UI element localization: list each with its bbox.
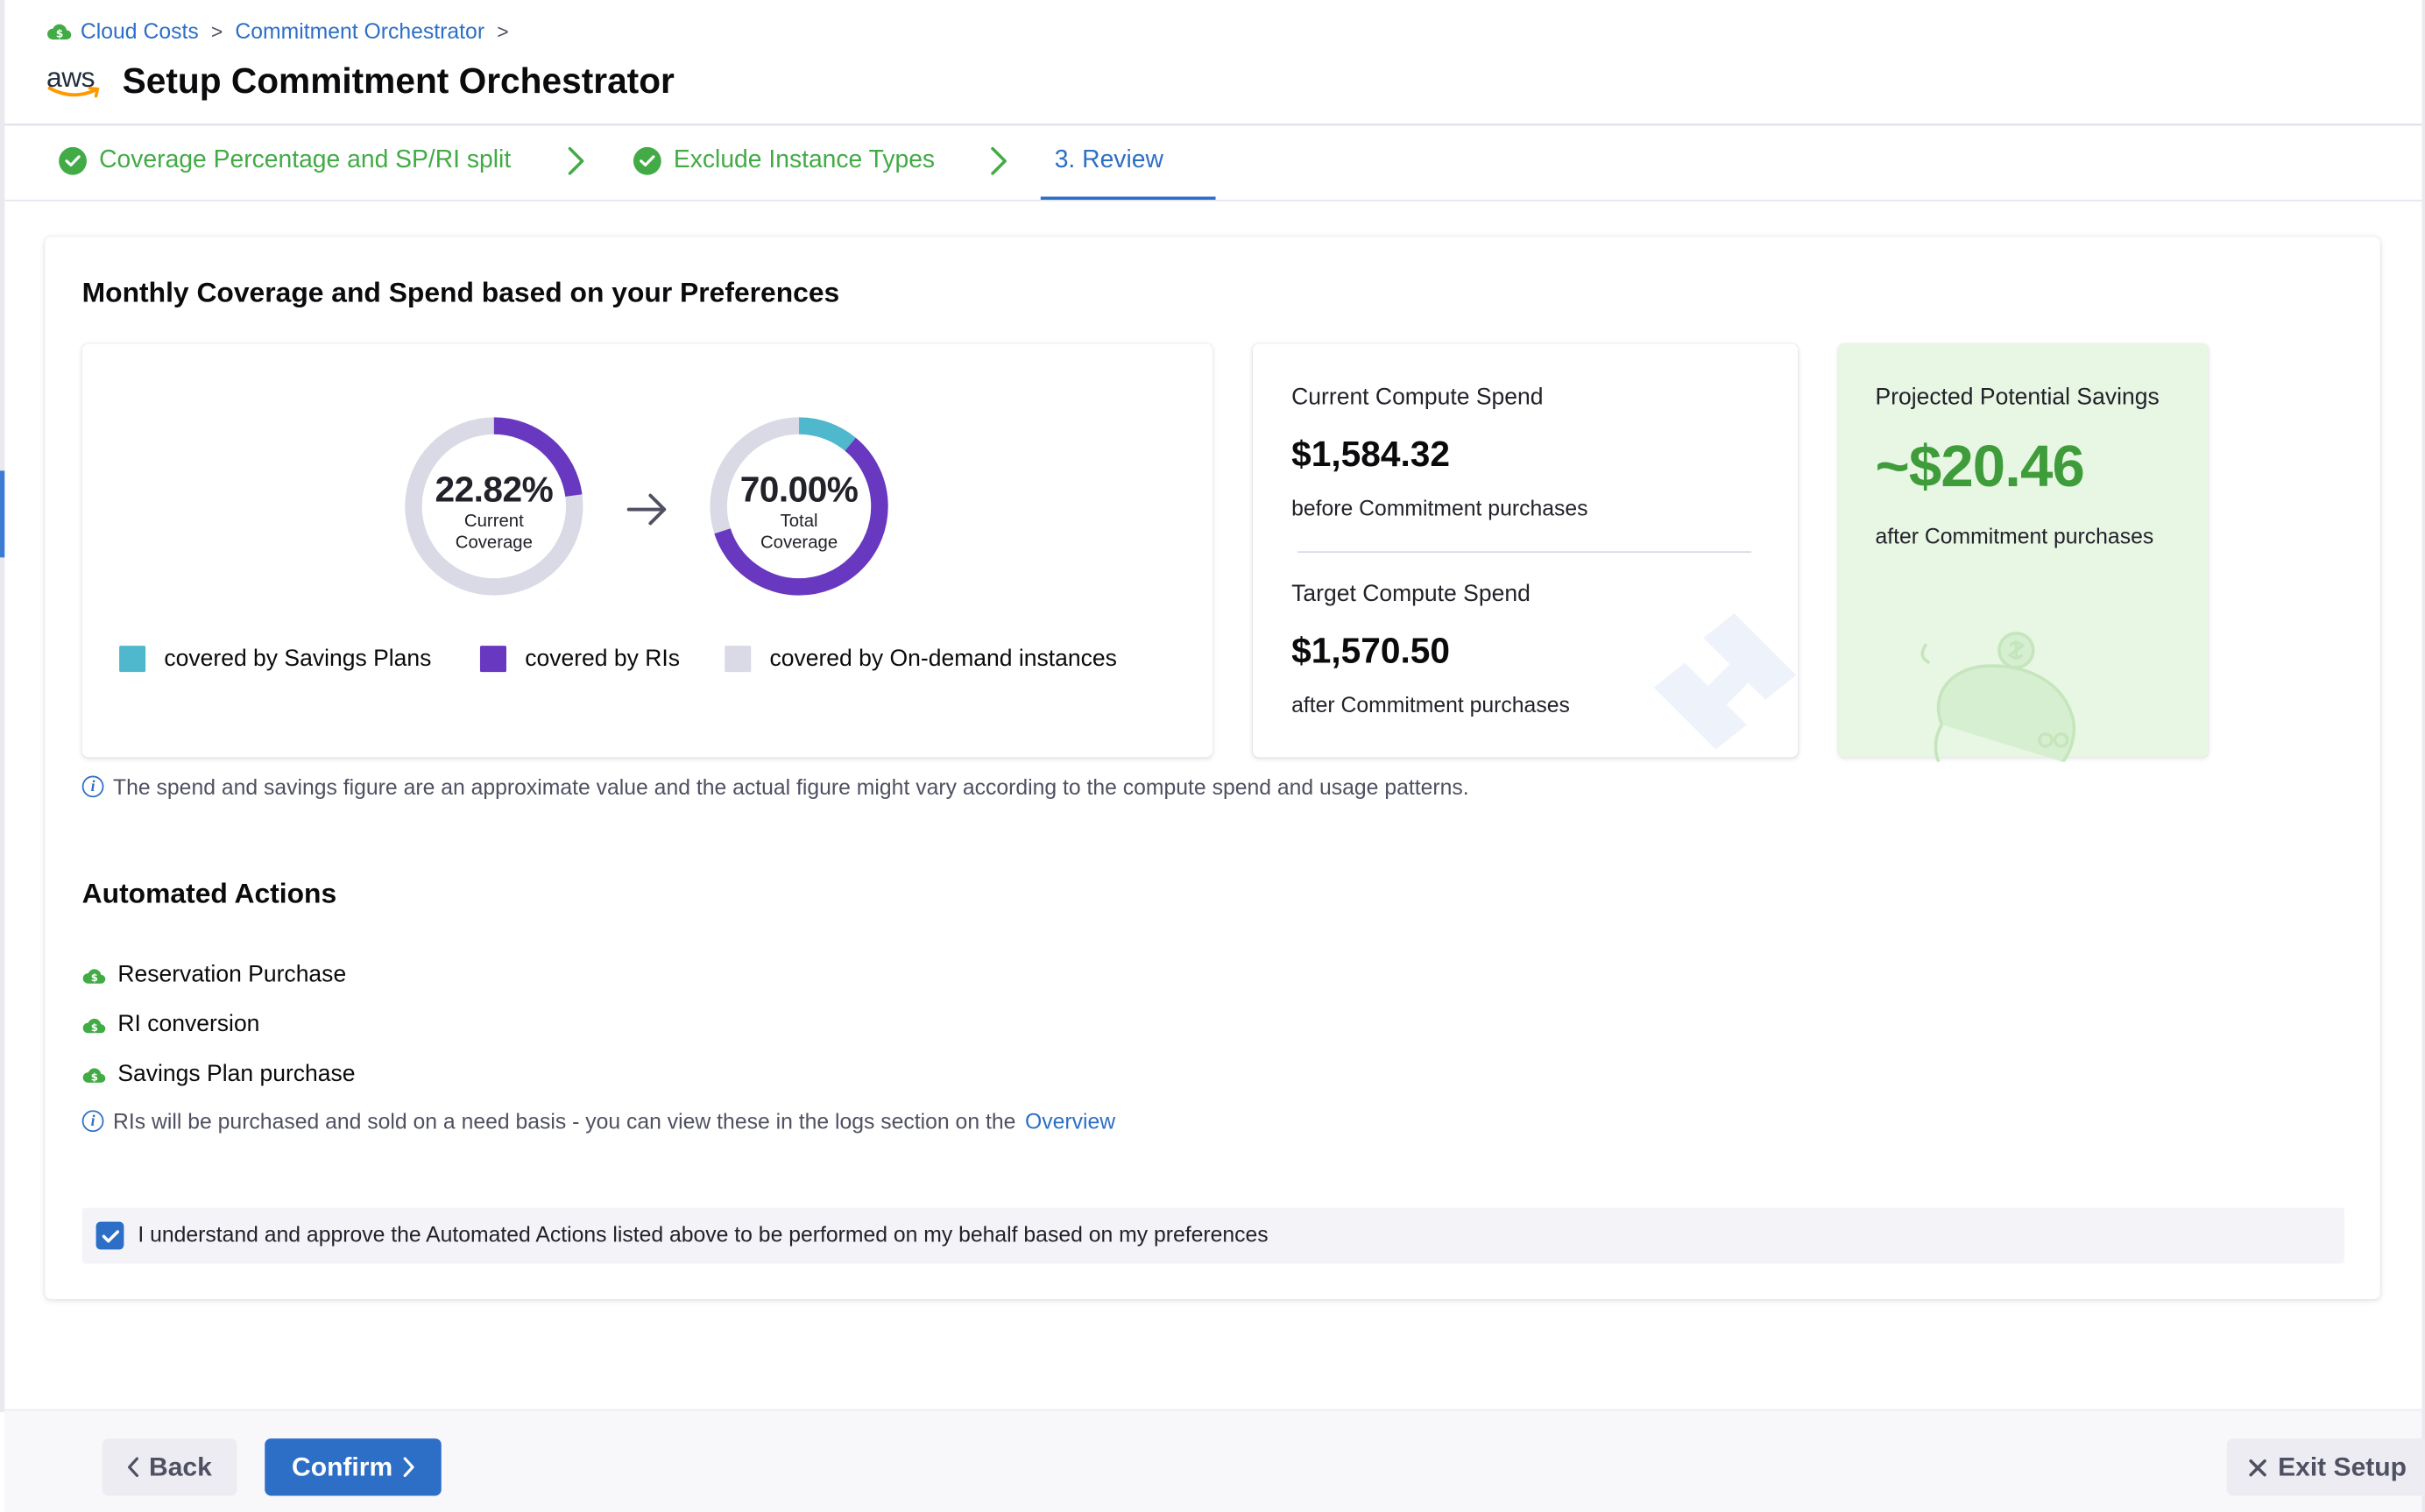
cloud-cost-icon: $ (82, 1067, 106, 1082)
action-item-savings-plan-purchase: $ Savings Plan purchase (82, 1061, 356, 1087)
spend-disclaimer-text: The spend and savings figure are an appr… (113, 774, 1469, 800)
step-review[interactable]: 3. Review (1055, 147, 1163, 175)
back-button[interactable]: Back (102, 1438, 237, 1496)
action-label: Savings Plan purchase (117, 1060, 356, 1087)
legend-item-on-demand: covered by On-demand instances (725, 646, 1117, 673)
target-compute-spend-value: $1,570.50 (1291, 630, 1451, 671)
close-icon (2249, 1459, 2266, 1476)
current-compute-spend-sub: before Commitment purchases (1291, 495, 1588, 520)
step-label: Coverage Percentage and SP/RI split (99, 146, 512, 173)
left-edge-accent (0, 470, 5, 558)
legend-item-savings-plans: covered by Savings Plans (119, 646, 432, 673)
chevron-left-icon (128, 1457, 139, 1478)
exit-setup-button[interactable]: Exit Setup (2226, 1438, 2425, 1496)
page-title: Setup Commitment Orchestrator (122, 60, 675, 101)
chevron-right-icon (991, 146, 1007, 175)
aws-smile-icon (47, 86, 100, 98)
breadcrumb-separator: > (497, 19, 509, 43)
step-label: 3. Review (1054, 146, 1163, 173)
action-item-reservation-purchase: $ Reservation Purchase (82, 962, 347, 988)
spend-divider (1297, 551, 1752, 554)
legend-label: covered by RIs (525, 646, 681, 673)
chevron-right-icon (568, 146, 584, 175)
checkmark-icon (101, 1229, 119, 1242)
left-edge-divider (0, 0, 5, 1413)
cloud-cost-icon: $ (82, 968, 106, 983)
legend-item-ris: covered by RIs (479, 646, 681, 673)
info-icon: i (81, 1110, 104, 1133)
legend-swatch-ris (479, 646, 506, 673)
arrow-right-icon (626, 493, 667, 526)
legend-swatch-on-demand (725, 646, 752, 673)
current-coverage-label-line1: Current (463, 512, 524, 532)
confirm-button-label: Confirm (292, 1452, 393, 1481)
current-coverage-value: 22.82% (435, 469, 554, 510)
legend-label: covered by On-demand instances (769, 646, 1117, 673)
action-item-ri-conversion: $ RI conversion (82, 1011, 260, 1038)
breadcrumb-link-cloud-costs[interactable]: Cloud Costs (81, 18, 199, 43)
back-button-label: Back (148, 1452, 212, 1481)
check-circle-icon (633, 146, 661, 175)
step-coverage-percentage[interactable]: Coverage Percentage and SP/RI split (59, 146, 512, 175)
projected-savings-value: ~$20.46 (1875, 435, 2085, 500)
projected-savings-label: Projected Potential Savings (1875, 384, 2160, 411)
info-icon: i (81, 775, 104, 798)
total-coverage-center: 70.00% Total Coverage (706, 470, 892, 555)
overview-link[interactable]: Overview (1025, 1109, 1115, 1134)
commitment-watermark-icon (1653, 612, 1797, 750)
confirm-button[interactable]: Confirm (265, 1438, 442, 1496)
current-compute-spend-value: $1,584.32 (1291, 433, 1451, 474)
cloud-cost-icon: $ (82, 1017, 106, 1033)
coverage-chart-panel (81, 343, 1212, 758)
right-edge-divider (2421, 0, 2425, 1512)
automated-actions-title: Automated Actions (81, 878, 337, 909)
consent-checkbox[interactable] (95, 1221, 124, 1250)
check-circle-icon (59, 146, 87, 175)
legend-label: covered by Savings Plans (164, 646, 432, 673)
svg-text:$: $ (56, 27, 64, 39)
consent-text: I understand and approve the Automated A… (138, 1221, 1269, 1247)
active-step-underline (1040, 196, 1216, 201)
breadcrumb-separator: > (210, 19, 223, 43)
coverage-section-title: Monthly Coverage and Spend based on your… (81, 277, 840, 308)
breadcrumb: $ Cloud Costs > Commitment Orchestrator … (46, 17, 513, 45)
step-label: Exclude Instance Types (673, 146, 936, 173)
piggy-bank-icon (1920, 632, 2076, 762)
automated-actions-note: i RIs will be purchased and sold on a ne… (81, 1108, 1115, 1134)
breadcrumb-link-commitment-orchestrator[interactable]: Commitment Orchestrator (235, 18, 484, 43)
app-canvas: $ Cloud Costs > Commitment Orchestrator … (0, 0, 2425, 1512)
action-label: Reservation Purchase (117, 961, 347, 988)
legend-swatch-savings-plans (119, 646, 146, 673)
svg-text:$: $ (91, 1021, 98, 1033)
step-exclude-instance-types[interactable]: Exclude Instance Types (633, 146, 936, 175)
exit-setup-label: Exit Setup (2278, 1452, 2407, 1481)
action-label: RI conversion (117, 1011, 260, 1038)
total-coverage-value: 70.00% (739, 469, 859, 510)
cloud-cost-icon: $ (47, 24, 72, 39)
current-coverage-label-line2: Coverage (455, 533, 533, 554)
setup-stepper: Coverage Percentage and SP/RI split Excl… (4, 125, 2422, 201)
total-coverage-label-line1: Total (780, 512, 818, 532)
svg-text:$: $ (91, 971, 98, 983)
automated-actions-note-text: RIs will be purchased and sold on a need… (113, 1108, 1016, 1134)
target-compute-spend-label: Target Compute Spend (1291, 580, 1531, 607)
svg-text:$: $ (91, 1070, 98, 1082)
projected-savings-sub: after Commitment purchases (1875, 523, 2154, 548)
spend-disclaimer-note: i The spend and savings figure are an ap… (81, 774, 1469, 800)
consent-row[interactable]: I understand and approve the Automated A… (81, 1207, 2345, 1264)
total-coverage-label-line2: Coverage (760, 533, 838, 554)
current-coverage-center: 22.82% Current Coverage (401, 470, 587, 555)
target-compute-spend-sub: after Commitment purchases (1291, 692, 1570, 717)
chevron-right-icon (402, 1457, 414, 1478)
aws-logo: aws (46, 62, 105, 102)
current-compute-spend-label: Current Compute Spend (1291, 384, 1544, 411)
